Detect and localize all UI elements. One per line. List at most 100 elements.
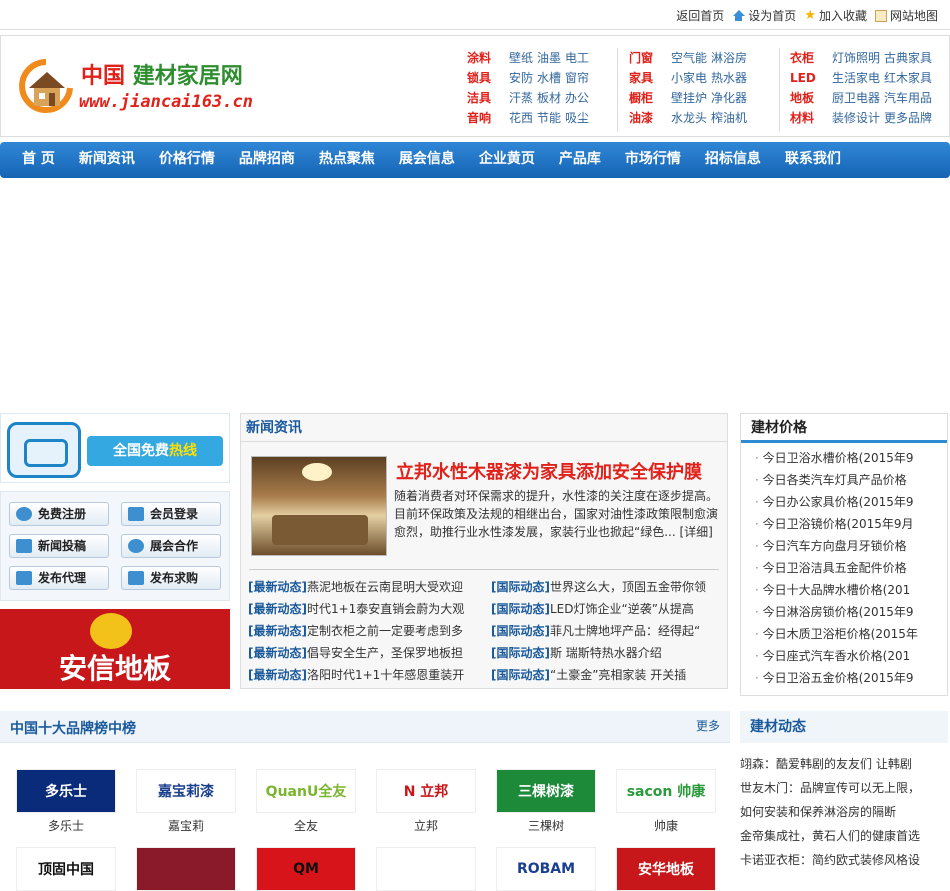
category-key[interactable]: 家具: [629, 68, 671, 88]
category-link[interactable]: 壁纸: [509, 51, 533, 65]
list-item[interactable]: 卡诺亚衣柜：简约欧式装修风格设: [740, 848, 948, 872]
brand-item[interactable]: 安华地板: [616, 847, 716, 891]
brand-item[interactable]: N 立邦 立邦: [376, 769, 476, 834]
list-item[interactable]: [国际动态]“土豪金”亮相家装 开关插: [491, 664, 725, 686]
category-link[interactable]: 古典家具: [884, 51, 932, 65]
category-link[interactable]: 生活家电: [832, 71, 880, 85]
category-key[interactable]: LED: [790, 68, 832, 88]
list-item[interactable]: 今日汽车方向盘月牙锁价格: [755, 535, 940, 557]
brand-item[interactable]: 多乐士 多乐士: [16, 769, 116, 834]
brand-item[interactable]: [376, 847, 476, 891]
list-item[interactable]: 今日座式汽车香水价格(201: [755, 645, 940, 667]
add-favorite-link[interactable]: ★ 加入收藏: [804, 7, 867, 24]
list-item[interactable]: 世友木门：品牌宣传可以无上限，: [740, 776, 948, 800]
category-link[interactable]: 油墨: [537, 51, 561, 65]
list-item[interactable]: [最新动态]洛阳时代1+1十年感恩重装开: [248, 664, 482, 686]
list-item[interactable]: 今日卫浴镜价格(2015年9月: [755, 513, 940, 535]
category-link[interactable]: 红木家具: [884, 71, 932, 85]
category-key[interactable]: 门窗: [629, 48, 671, 68]
category-key[interactable]: 音响: [467, 108, 509, 128]
list-item[interactable]: 如何安装和保养淋浴房的隔断: [740, 800, 948, 824]
category-link[interactable]: 节能: [537, 111, 561, 125]
nav-hot[interactable]: 热点聚焦: [311, 142, 383, 176]
brand-item[interactable]: ROBAM: [496, 847, 596, 891]
list-item[interactable]: [最新动态]倡导安全生产，圣保罗地板担: [248, 642, 482, 664]
nav-yellowpages[interactable]: 企业黄页: [471, 142, 543, 176]
list-item[interactable]: [国际动态]世界这么大，顶固五金带你领: [491, 576, 725, 598]
site-logo[interactable]: 中国 建材家居网 www.jiancai163.cn: [19, 54, 269, 124]
list-item[interactable]: 金帝集成社，黄石人们的健康首选: [740, 824, 948, 848]
featured-news-title[interactable]: 立邦水性木器漆为家具添加安全保护膜: [396, 458, 702, 484]
category-link[interactable]: 电工: [565, 51, 589, 65]
category-link[interactable]: 窗帘: [565, 71, 589, 85]
category-key[interactable]: 油漆: [629, 108, 671, 128]
list-item[interactable]: 今日卫浴洁具五金配件价格: [755, 557, 940, 579]
category-link[interactable]: 净化器: [711, 91, 747, 105]
brand-more-link[interactable]: 更多: [696, 717, 720, 734]
back-home-link[interactable]: 返回首页: [676, 7, 724, 24]
category-link[interactable]: 淋浴房: [711, 51, 747, 65]
category-link[interactable]: 办公: [565, 91, 589, 105]
brand-item[interactable]: 嘉宝莉漆 嘉宝莉: [136, 769, 236, 834]
expo-coop-button[interactable]: 展会合作: [121, 534, 221, 558]
category-link[interactable]: 壁挂炉: [671, 91, 707, 105]
nav-tender[interactable]: 招标信息: [697, 142, 769, 176]
brand-item[interactable]: QuanU全友 全友: [256, 769, 356, 834]
category-link[interactable]: 花西: [509, 111, 533, 125]
submit-news-button[interactable]: 新闻投稿: [9, 534, 109, 558]
category-key[interactable]: 材料: [790, 108, 832, 128]
list-item[interactable]: [国际动态]LED灯饰企业“逆袭”从提高: [491, 598, 725, 620]
list-item[interactable]: [国际动态]斯 瑞斯特热水器介绍: [491, 642, 725, 664]
category-link[interactable]: 汗蒸: [509, 91, 533, 105]
list-item[interactable]: 今日办公家具价格(2015年9: [755, 491, 940, 513]
list-item[interactable]: 翊森：酷爱韩剧的友友们 让韩剧: [740, 752, 948, 776]
nav-prices[interactable]: 价格行情: [151, 142, 223, 176]
category-key[interactable]: 锁具: [467, 68, 509, 88]
category-link[interactable]: 汽车用品: [884, 91, 932, 105]
category-link[interactable]: 榨油机: [711, 111, 747, 125]
anxin-ad-banner[interactable]: 安信地板: [0, 609, 230, 689]
publish-request-button[interactable]: 发布求购: [121, 566, 221, 590]
publish-agent-button[interactable]: 发布代理: [9, 566, 109, 590]
category-key[interactable]: 橱柜: [629, 88, 671, 108]
category-link[interactable]: 吸尘: [565, 111, 589, 125]
hotline-banner[interactable]: 全国免费热线: [0, 413, 230, 483]
category-key[interactable]: 衣柜: [790, 48, 832, 68]
brand-item[interactable]: sacon 帅康 帅康: [616, 769, 716, 834]
category-link[interactable]: 小家电: [671, 71, 707, 85]
category-link[interactable]: 热水器: [711, 71, 747, 85]
nav-news[interactable]: 新闻资讯: [71, 142, 143, 176]
category-link[interactable]: 安防: [509, 71, 533, 85]
category-key[interactable]: 涂料: [467, 48, 509, 68]
list-item[interactable]: 今日淋浴房锁价格(2015年9: [755, 601, 940, 623]
nav-market[interactable]: 市场行情: [617, 142, 689, 176]
list-item[interactable]: 今日各类汽车灯具产品价格: [755, 469, 940, 491]
list-item[interactable]: 今日十大品牌水槽价格(201: [755, 579, 940, 601]
list-item[interactable]: 今日卫浴水槽价格(2015年9: [755, 447, 940, 469]
category-link[interactable]: 灯饰照明: [832, 51, 880, 65]
category-link[interactable]: 板材: [537, 91, 561, 105]
featured-news-image[interactable]: [251, 456, 387, 556]
list-item[interactable]: 今日卫浴五金价格(2015年9: [755, 667, 940, 689]
brand-item[interactable]: 三棵树漆 三棵树: [496, 769, 596, 834]
category-link[interactable]: 水槽: [537, 71, 561, 85]
list-item[interactable]: 今日木质卫浴柜价格(2015年: [755, 623, 940, 645]
list-item[interactable]: [最新动态]定制衣柜之前一定要考虑到多: [248, 620, 482, 642]
nav-home[interactable]: 首 页: [14, 142, 63, 176]
category-link[interactable]: 更多品牌: [884, 111, 932, 125]
category-link[interactable]: 装修设计: [832, 111, 880, 125]
category-link[interactable]: 水龙头: [671, 111, 707, 125]
brand-item[interactable]: [136, 847, 236, 891]
category-key[interactable]: 洁具: [467, 88, 509, 108]
category-link[interactable]: 厨卫电器: [832, 91, 880, 105]
list-item[interactable]: [最新动态]燕泥地板在云南昆明大受欢迎: [248, 576, 482, 598]
nav-expo[interactable]: 展会信息: [391, 142, 463, 176]
register-button[interactable]: 免费注册: [9, 502, 109, 526]
nav-brands[interactable]: 品牌招商: [231, 142, 303, 176]
nav-products[interactable]: 产品库: [551, 142, 609, 176]
category-link[interactable]: 空气能: [671, 51, 707, 65]
list-item[interactable]: [国际动态]菲凡士牌地坪产品：经得起“: [491, 620, 725, 642]
list-item[interactable]: [最新动态]时代1+1泰安直销会蔚为大观: [248, 598, 482, 620]
sitemap-link[interactable]: 网站地图: [874, 7, 938, 24]
nav-contact[interactable]: 联系我们: [777, 142, 849, 176]
